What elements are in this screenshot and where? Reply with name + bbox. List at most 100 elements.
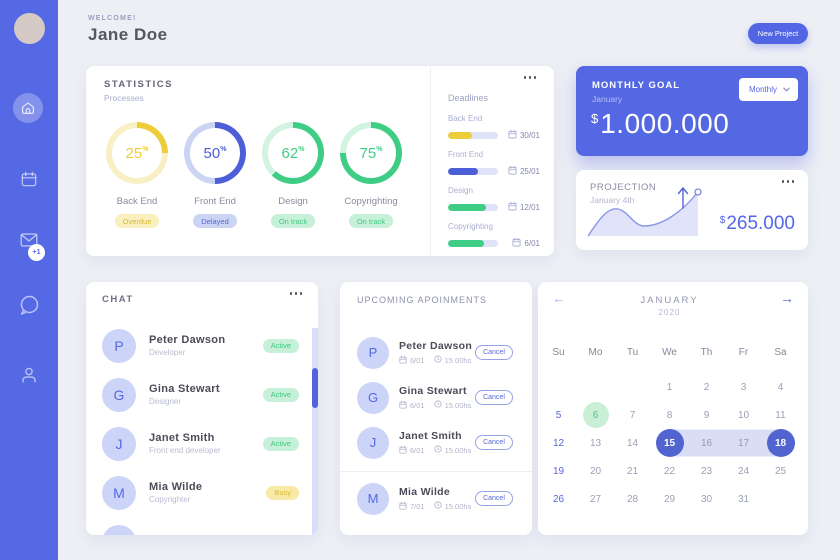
chevron-down-icon xyxy=(783,85,790,94)
calendar-day[interactable]: 17 xyxy=(725,429,762,457)
appointment-date: 6/01 xyxy=(410,400,425,410)
status-badge: Active xyxy=(262,338,299,353)
calendar-day[interactable]: 24 xyxy=(725,457,762,485)
calendar-day[interactable]: 18 xyxy=(762,429,799,457)
contact-initial: M xyxy=(367,491,379,506)
calendar-day[interactable]: 13 xyxy=(577,429,614,457)
calendar-day[interactable]: 7 xyxy=(614,401,651,429)
calendar-day[interactable]: 10 xyxy=(725,401,762,429)
contact-avatar: J xyxy=(357,426,389,459)
avatar[interactable] xyxy=(14,13,45,44)
sidebar: +1 xyxy=(0,0,58,560)
chat-contact-row[interactable]: P Peter Dawson Developer Active xyxy=(102,321,299,370)
weekday-label: Th xyxy=(700,346,713,358)
welcome-label: WELCOME! xyxy=(88,15,137,22)
chat-contact-row[interactable]: M Mia Wilde Copyrighter Busy xyxy=(102,468,299,517)
statistics-subtitle: Processes xyxy=(104,93,144,103)
cancel-button[interactable]: Cancel xyxy=(475,491,513,506)
divider xyxy=(430,66,431,256)
deadline-progressbar xyxy=(448,203,498,211)
calendar-day[interactable]: 19 xyxy=(540,457,577,485)
calendar-day[interactable]: 23 xyxy=(688,457,725,485)
appointments-title: UPCOMING APOINMENTS xyxy=(357,295,488,305)
calendar-day[interactable]: 22 xyxy=(651,457,688,485)
calendar-day[interactable]: 21 xyxy=(614,457,651,485)
calendar-day[interactable]: 31 xyxy=(725,485,762,513)
chat-contact-row[interactable]: P Peter Dawson Active xyxy=(102,517,299,535)
contact-avatar: M xyxy=(102,475,136,510)
appointment-name: Gina Stewart xyxy=(399,384,467,397)
contact-initial: G xyxy=(367,390,379,405)
more-icon[interactable] xyxy=(781,180,794,183)
appointment-row: P Peter Dawson 6/01 15.00hs Cancel xyxy=(357,330,513,375)
calendar-day[interactable]: 4 xyxy=(762,373,799,401)
chat-scrollbar[interactable] xyxy=(312,328,318,535)
contact-avatar: G xyxy=(357,381,389,414)
cancel-button[interactable]: Cancel xyxy=(475,390,513,405)
calendar-day[interactable]: 27 xyxy=(577,485,614,513)
calendar-day[interactable]: 1 xyxy=(651,373,688,401)
calendar-day[interactable]: 25 xyxy=(762,457,799,485)
weekday-label: Su xyxy=(552,346,565,358)
contact-name: Janet Smith xyxy=(149,432,215,444)
calendar-day[interactable]: 5 xyxy=(540,401,577,429)
calendar-day[interactable]: 2 xyxy=(688,373,725,401)
progress-ring: 25% xyxy=(106,122,168,184)
calendar-day[interactable]: 15 xyxy=(651,429,688,457)
sidebar-item-calendar[interactable] xyxy=(17,167,41,191)
deadline-label: Front End xyxy=(448,150,484,159)
clock-icon xyxy=(434,445,442,455)
period-select[interactable]: Monthly xyxy=(738,78,798,101)
more-icon[interactable] xyxy=(523,76,536,79)
calendar-day[interactable]: 11 xyxy=(762,401,799,429)
calendar-day[interactable] xyxy=(540,373,577,401)
chat-contact-row[interactable]: J Janet Smith Front end developer Active xyxy=(102,419,299,468)
deadline-progressbar xyxy=(448,131,498,139)
calendar-weekday-row: Su Mo Tu We Th Fr Sa xyxy=(540,342,799,362)
chat-card: CHAT P Peter Dawson Developer Active G G… xyxy=(86,282,318,535)
scrollbar-thumb[interactable] xyxy=(312,368,318,408)
calendar-day[interactable]: 3 xyxy=(725,373,762,401)
contact-avatar: P xyxy=(102,328,136,363)
contact-initial: M xyxy=(113,484,125,501)
calendar-day[interactable]: 28 xyxy=(614,485,651,513)
cancel-button[interactable]: Cancel xyxy=(475,435,513,450)
calendar-day[interactable] xyxy=(577,373,614,401)
sidebar-item-chat[interactable] xyxy=(17,293,41,317)
clock-icon xyxy=(434,355,442,365)
calendar-day[interactable] xyxy=(762,485,799,513)
calendar-day[interactable]: 14 xyxy=(614,429,651,457)
monthly-goal-subtitle: January xyxy=(592,94,623,104)
contact-name: Peter Dawson xyxy=(149,535,225,536)
deadline-item: Front End 25/01 xyxy=(448,150,540,177)
deadline-date: 30/01 xyxy=(508,129,540,141)
dashboard: +1 WELCOME! Jane Doe New Project STATIST… xyxy=(0,0,840,560)
calendar-day[interactable]: 29 xyxy=(651,485,688,513)
calendar-day[interactable] xyxy=(614,373,651,401)
process-rings: 25% Back End Overdue 50% Front End Delay… xyxy=(98,122,410,228)
process-label: Copyrighting xyxy=(344,196,398,207)
calendar-day[interactable]: 9 xyxy=(688,401,725,429)
calendar-day[interactable]: 8 xyxy=(651,401,688,429)
cancel-button[interactable]: Cancel xyxy=(475,345,513,360)
calendar-day[interactable]: 30 xyxy=(688,485,725,513)
calendar-day[interactable]: 16 xyxy=(688,429,725,457)
sidebar-item-profile[interactable] xyxy=(17,363,41,387)
weekday-label: Tu xyxy=(626,346,639,358)
calendar-day[interactable]: 12 xyxy=(540,429,577,457)
appointment-meta: 6/01 15.00hs xyxy=(399,400,471,411)
new-project-button[interactable]: New Project xyxy=(748,23,808,44)
more-icon[interactable] xyxy=(289,292,302,295)
calendar-day[interactable]: 26 xyxy=(540,485,577,513)
statistics-title: STATISTICS xyxy=(104,79,174,90)
appointment-meta: 7/01 15.00hs xyxy=(399,501,471,512)
page-title: Jane Doe xyxy=(88,25,168,44)
sidebar-item-home[interactable] xyxy=(13,93,43,123)
calendar-mini-icon xyxy=(508,165,517,177)
calendar-day[interactable]: 20 xyxy=(577,457,614,485)
chat-list: P Peter Dawson Developer Active G Gina S… xyxy=(102,321,299,535)
contact-name: Gina Stewart xyxy=(149,383,220,395)
calendar-day[interactable]: 6 xyxy=(577,401,614,429)
appointment-row: G Gina Stewart 6/01 15.00hs Cancel xyxy=(357,375,513,420)
chat-contact-row[interactable]: G Gina Stewart Designer Active xyxy=(102,370,299,419)
